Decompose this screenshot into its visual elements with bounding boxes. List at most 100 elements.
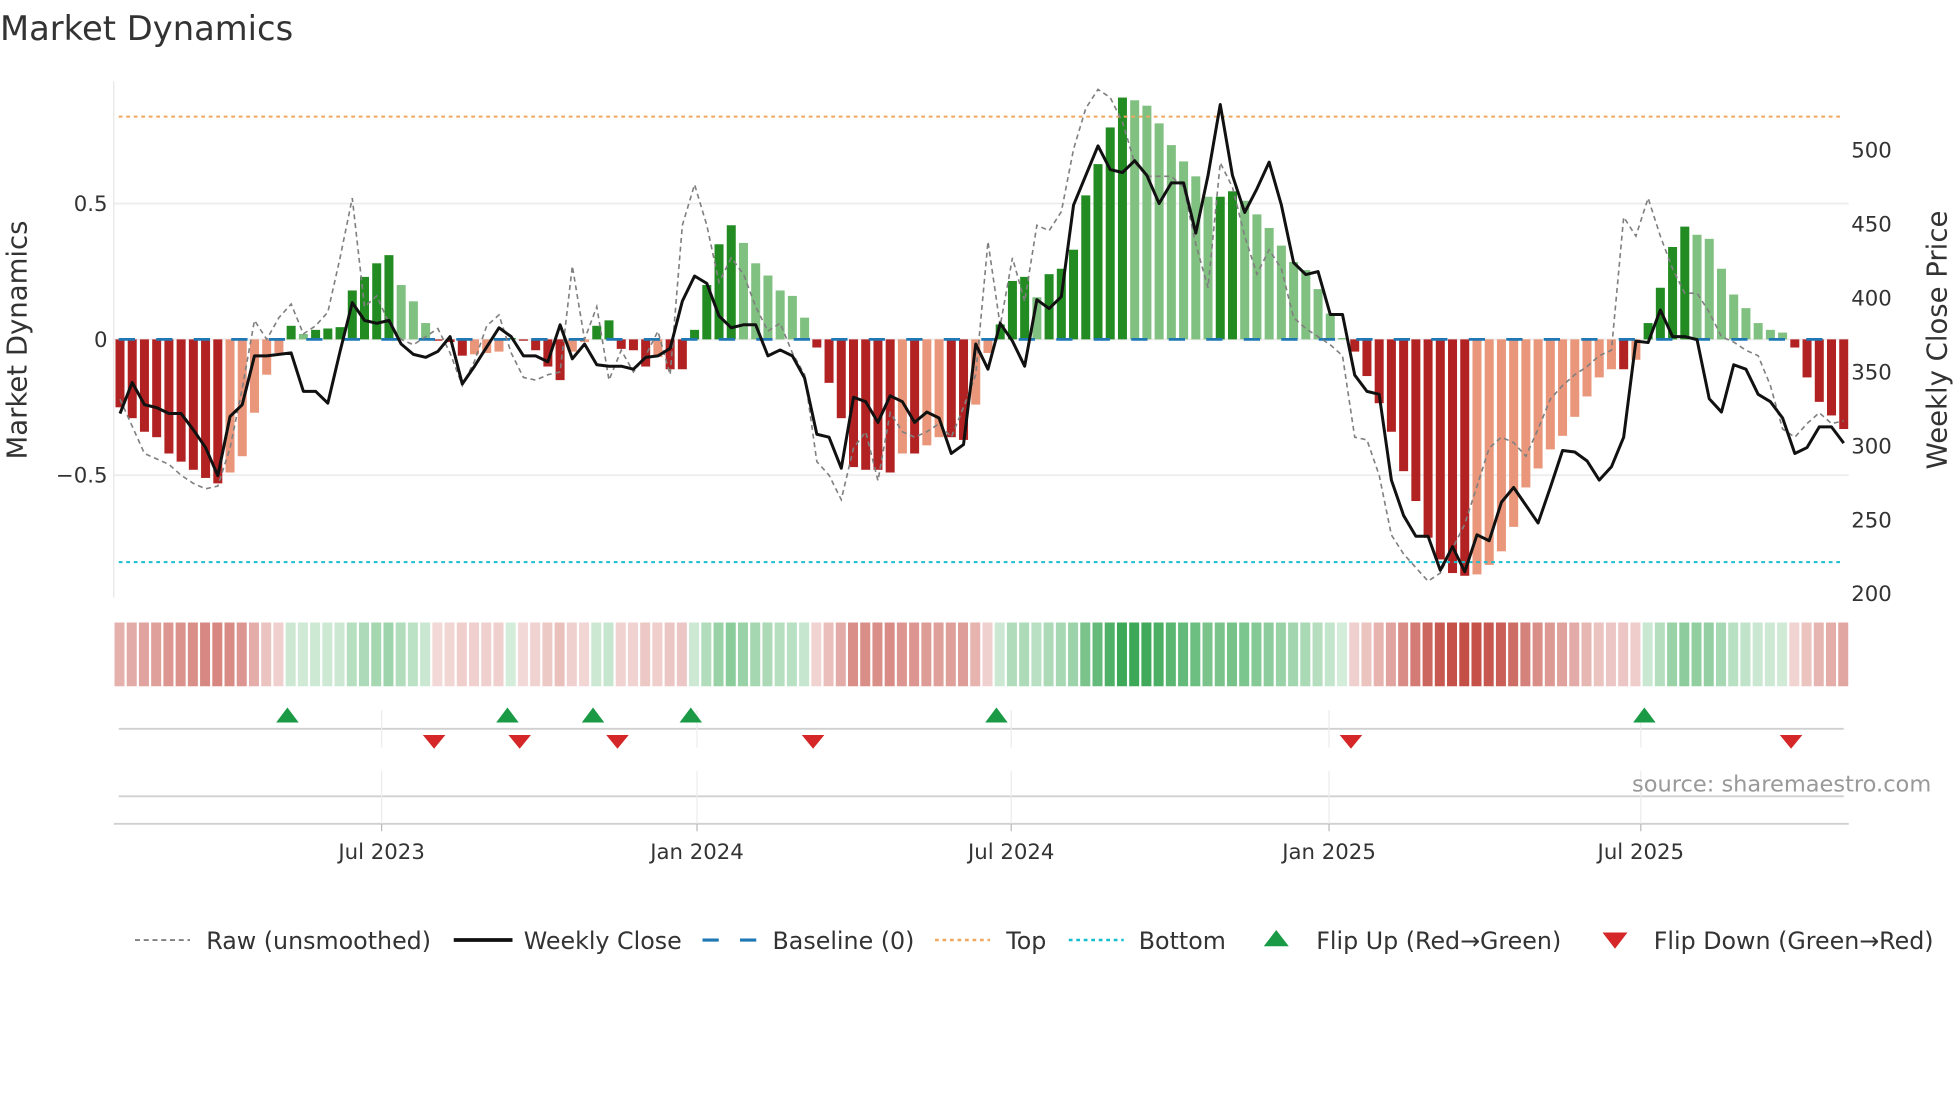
strip-cell [823,622,834,687]
strip-cell [1385,622,1396,687]
dynamics-bar [628,339,638,351]
dynamics-bar [1166,145,1176,340]
dynamics-bar [1802,339,1812,378]
strip-cell [1654,622,1665,687]
dynamics-bar [677,339,687,370]
strip-cell [395,622,406,687]
dynamics-bar [1704,238,1714,340]
right-tick-label: 400 [1851,286,1892,311]
strip-cell [982,622,993,687]
left-axis-ticks: 0.5 0 −0.5 [56,192,108,489]
market-dynamics-chart: Market Dynamics 0.5 0 −0.5 500 450 400 350 300… [0,9,1953,955]
strip-cell [1251,622,1262,687]
legend-top-label: Top [1005,927,1046,955]
dynamics-bar [1619,339,1629,370]
strip-cell [725,622,736,687]
strip-cell [1361,622,1372,687]
dynamics-bar [531,339,541,351]
dynamics-bar [1729,294,1739,340]
legend-flip-down-icon [1602,932,1628,949]
strip-cell [909,622,920,687]
strip-cell [811,622,822,687]
strip-cell [1324,622,1335,687]
strip-cell [1129,622,1140,687]
dynamics-bar [1264,227,1274,340]
strip-cell [126,622,137,687]
strip-cell [750,622,761,687]
dynamics-bar [1203,196,1213,340]
strip-cell [481,622,492,687]
dynamics-bar [946,339,956,438]
dynamics-bar [1301,270,1311,340]
legend: Raw (unsmoothed) Weekly Close Baseline (… [135,927,1934,955]
strip-cell [970,622,981,687]
strip-cell [163,622,174,687]
strip-cell [1838,622,1849,687]
strip-cell [1214,622,1225,687]
dynamics-bar [873,339,883,470]
legend-flip-up-icon [1263,930,1289,947]
strip-cell [1826,622,1836,687]
dynamics-bar [286,325,296,340]
dynamics-bar [1533,339,1543,469]
strip-cell [1337,622,1347,687]
right-axis-ticks: 500 450 400 350 300 250 200 [1851,139,1892,608]
flip-down-marker [422,735,446,749]
dynamics-bar [274,339,284,353]
flip-up-marker [496,707,519,723]
strip-cell [774,622,785,687]
legend-raw-label: Raw (unsmoothed) [206,927,431,955]
strip-cell [1495,622,1506,687]
dynamics-bar [616,339,626,349]
left-tick-label: 0.5 [74,192,108,217]
strip-cell [1532,622,1543,687]
strip-cell [310,622,321,687]
dynamics-bar [518,339,528,341]
strip-cell [1605,622,1616,687]
dynamics-bar [824,339,834,383]
dynamics-bar [1313,289,1323,340]
legend-baseline-label: Baseline (0) [773,927,915,955]
dynamics-bar [360,276,369,340]
strip-cell [1483,622,1494,687]
x-tick-label: Jul 2025 [1596,840,1684,865]
strip-cell [1239,622,1250,687]
dynamics-bar [1338,338,1347,340]
dynamics-bar [1460,339,1470,576]
left-tick-label: −0.5 [56,464,108,489]
dynamics-bar [127,339,137,419]
strip-cell [469,622,480,687]
x-tick-label: Jul 2023 [336,840,424,865]
strip-cell [1557,622,1568,687]
dynamics-bar [494,339,504,352]
strip-cell [1202,622,1213,687]
strip-cell [1789,622,1800,687]
dynamics-bars [115,97,1849,576]
strip-cell [566,622,577,687]
dynamics-bar [836,339,846,419]
dynamics-bar [1680,226,1690,340]
strip-cell [1422,622,1433,687]
strip-cell [676,622,687,687]
flip-up-marker [679,707,703,723]
flip-down-marker [1779,735,1803,749]
strip-cell [1226,622,1237,687]
dynamics-bar [897,339,907,454]
strip-cell [664,622,675,687]
strip-cell [835,622,846,687]
dynamics-bar [1289,261,1299,340]
dynamics-bar [1069,249,1079,340]
strip-cell [420,622,431,687]
dynamics-bar [1790,339,1800,348]
dynamics-bar [1509,339,1519,527]
strip-cell [1752,622,1763,687]
strip-cell [1777,622,1788,687]
dynamics-bar [1448,339,1458,574]
strip-cell [579,622,590,687]
flip-down-marker [508,735,531,749]
strip-cell [1764,622,1775,687]
dynamics-bar [775,290,785,340]
strip-cell [701,622,712,687]
dynamics-bar [592,325,602,340]
strip-cell [1288,622,1299,687]
